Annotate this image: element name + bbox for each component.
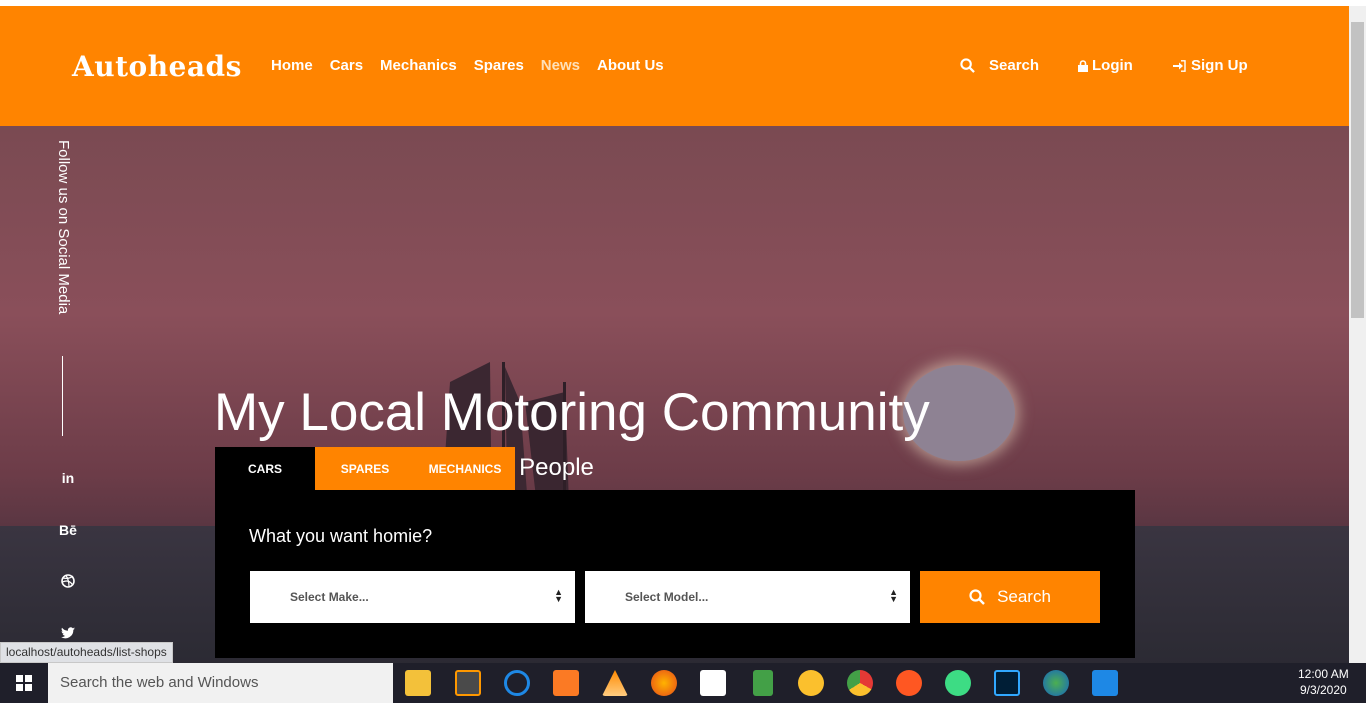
pipe-app-icon[interactable] (753, 670, 773, 696)
header-search-label: Search (989, 57, 1040, 74)
status-url: localhost/autoheads/list-shops (0, 642, 173, 663)
windows-icon (16, 675, 32, 691)
login-label: Login (1092, 57, 1133, 74)
select-arrows-icon: ▲ ▼ (889, 587, 898, 604)
signup-link[interactable]: Sign Up (1173, 57, 1248, 74)
android-studio-icon[interactable] (945, 670, 971, 696)
file-explorer-icon[interactable] (405, 670, 431, 696)
follow-text: Follow us on Social Media (55, 140, 72, 315)
store-icon[interactable] (700, 670, 726, 696)
make-select[interactable]: Select Make... ▲ ▼ (250, 571, 575, 623)
twitter-glyph (61, 627, 75, 639)
header-search-button[interactable]: Search (960, 57, 1039, 74)
linkedin-icon[interactable]: in (58, 470, 78, 486)
signup-label: Sign Up (1191, 57, 1248, 74)
search-question: What you want homie? (249, 526, 433, 546)
login-link[interactable]: Login (1078, 57, 1133, 74)
start-button[interactable] (0, 663, 48, 703)
vlc-icon[interactable] (602, 670, 628, 696)
search-button-label: Search (997, 587, 1051, 606)
social-follow: Follow us on Social Media (52, 140, 72, 340)
nav-news[interactable]: News (541, 57, 580, 74)
nav-mechanics[interactable]: Mechanics (380, 57, 457, 74)
nav-spares[interactable]: Spares (474, 57, 524, 74)
xampp-icon[interactable] (553, 670, 579, 696)
taskbar-clock[interactable]: 12:00 AM 9/3/2020 (1298, 666, 1349, 698)
edge-icon[interactable] (504, 670, 530, 696)
search-icon (969, 589, 985, 605)
wps-icon[interactable] (1092, 670, 1118, 696)
model-select-value: Select Model... (625, 590, 709, 604)
make-select-value: Select Make... (290, 590, 369, 604)
social-divider (62, 356, 63, 436)
dribbble-icon[interactable] (58, 574, 78, 591)
sublime-text-icon[interactable] (455, 670, 481, 696)
clock-time: 12:00 AM (1298, 667, 1349, 681)
lock-icon (1078, 59, 1088, 72)
hero-title: My Local Motoring Community (214, 383, 930, 442)
nav-about[interactable]: About Us (597, 57, 664, 74)
select-arrows-icon: ▲ ▼ (554, 587, 563, 604)
scrollbar-thumb[interactable] (1351, 22, 1364, 318)
taskbar-search[interactable]: Search the web and Windows (48, 663, 393, 703)
clock-date: 9/3/2020 (1299, 683, 1347, 697)
photoshop-icon[interactable] (994, 670, 1020, 696)
postman-icon[interactable] (896, 670, 922, 696)
site-logo[interactable]: Autoheads (72, 50, 242, 83)
search-panel: What you want homie? Select Make... ▲ ▼ S… (215, 490, 1135, 658)
tab-mechanics[interactable]: MECHANICS (415, 447, 515, 491)
windows-taskbar: Search the web and Windows 12:00 AM 9/3/… (0, 663, 1366, 703)
nav-cars[interactable]: Cars (330, 57, 363, 74)
nav-home[interactable]: Home (271, 57, 313, 74)
site-header: Autoheads Home Cars Mechanics Spares New… (0, 6, 1349, 126)
sign-in-icon (1173, 59, 1186, 72)
tab-spares[interactable]: SPARES (315, 447, 415, 491)
download-manager-icon[interactable] (1043, 670, 1069, 696)
firefox-icon[interactable] (651, 670, 677, 696)
warning-app-icon[interactable] (798, 670, 824, 696)
main-nav: Home Cars Mechanics Spares News About Us (271, 57, 681, 74)
search-icon (960, 58, 975, 73)
dribbble-glyph (61, 574, 75, 588)
chrome-icon[interactable] (847, 670, 873, 696)
behance-icon[interactable]: Bē (58, 522, 78, 538)
search-tabs: CARS SPARES MECHANICS (215, 447, 515, 491)
twitter-icon[interactable] (58, 626, 78, 642)
model-select[interactable]: Select Model... ▲ ▼ (585, 571, 910, 623)
search-button[interactable]: Search (920, 571, 1100, 623)
tab-cars[interactable]: CARS (215, 447, 315, 491)
